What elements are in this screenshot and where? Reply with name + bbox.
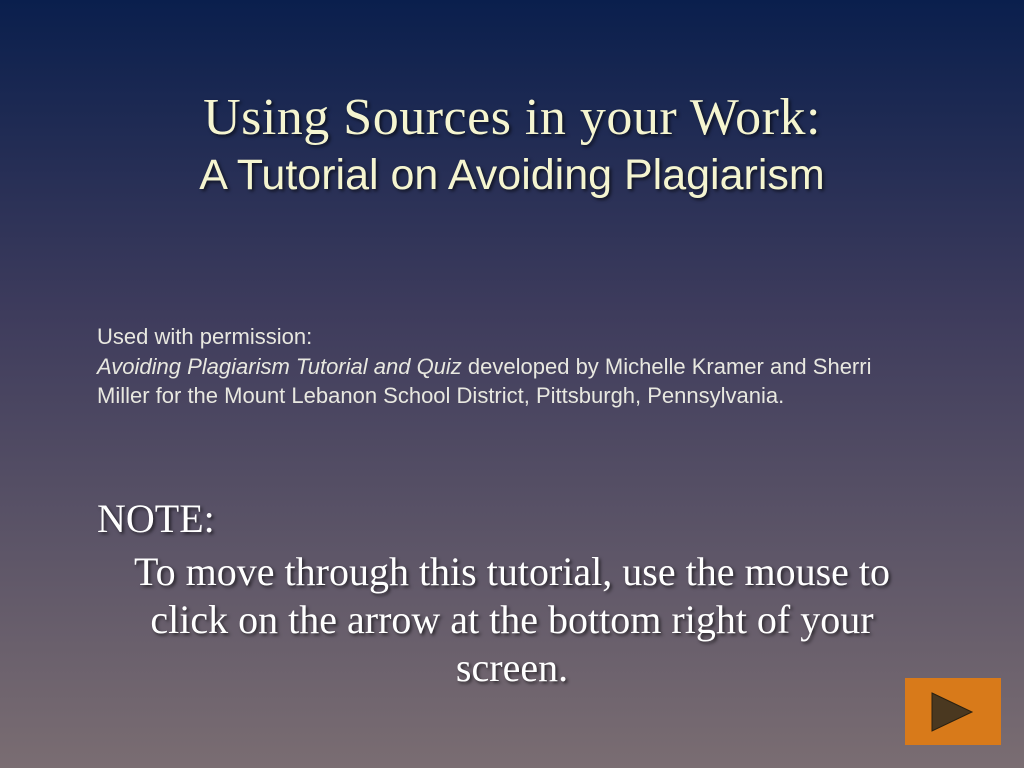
next-button[interactable] <box>905 678 1001 745</box>
permission-line1: Used with permission: <box>97 324 312 349</box>
permission-text: Used with permission: Avoiding Plagiaris… <box>97 322 927 411</box>
note-block: NOTE: To move through this tutorial, use… <box>97 495 927 692</box>
note-label: NOTE: <box>97 495 927 542</box>
slide-title-container: Using Sources in your Work: A Tutorial o… <box>0 0 1024 200</box>
play-arrow-icon <box>927 688 979 736</box>
slide-title-sub: A Tutorial on Avoiding Plagiarism <box>0 151 1024 200</box>
permission-italic: Avoiding Plagiarism Tutorial and Quiz <box>97 354 462 379</box>
note-text: To move through this tutorial, use the m… <box>97 548 927 692</box>
slide-title-main: Using Sources in your Work: <box>0 88 1024 147</box>
